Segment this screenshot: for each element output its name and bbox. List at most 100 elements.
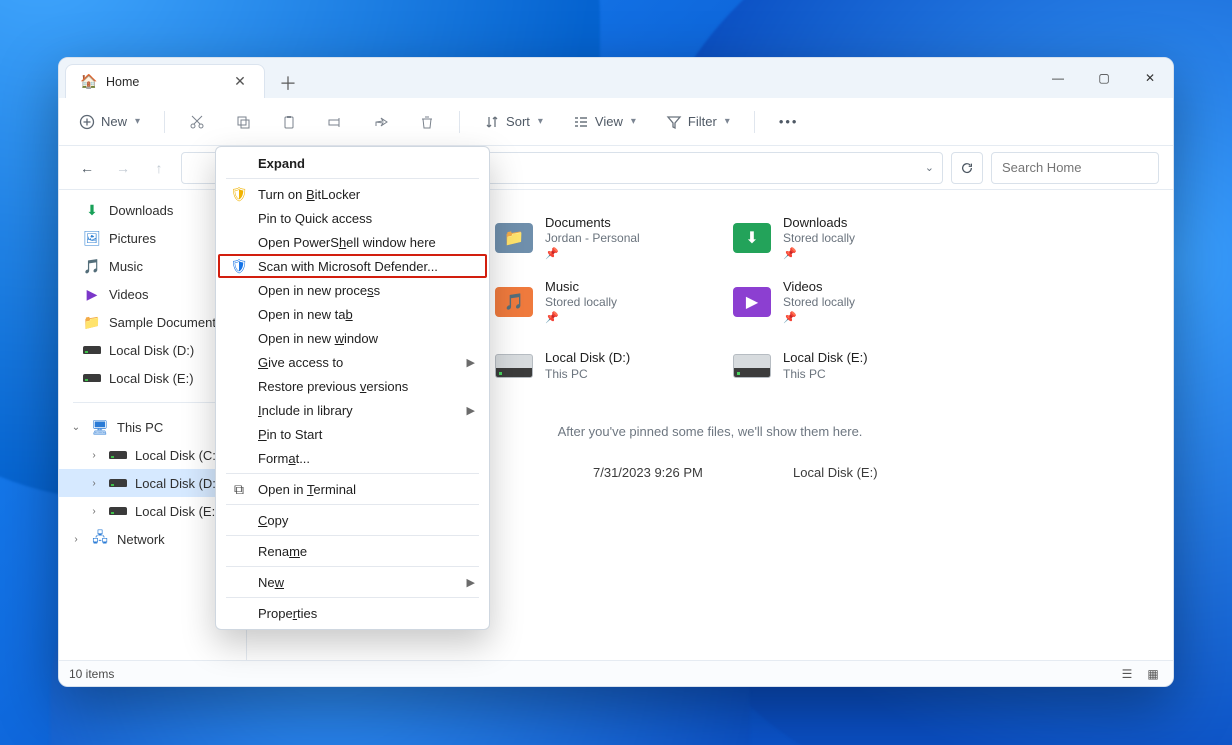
ctx-copy[interactable]: Copy [218, 508, 487, 532]
pin-icon: 📌 [545, 312, 617, 326]
ctx-expand[interactable]: Expand [218, 151, 487, 175]
chevron-right-icon[interactable]: › [87, 478, 101, 489]
pin-icon: 📌 [783, 248, 855, 262]
folder-sub: Jordan - Personal [545, 231, 640, 246]
up-button[interactable]: ↑ [145, 154, 173, 182]
folder-name: Documents [545, 215, 640, 231]
icons-layout-button[interactable]: ▦ [1143, 667, 1163, 681]
ctx-includelib[interactable]: Include in library▶ [218, 398, 487, 422]
close-window-button[interactable]: ✕ [1127, 58, 1173, 98]
ctx-label: Rename [258, 544, 307, 559]
localdisk-e-q-icon [83, 369, 101, 387]
title-bar: 🏠 Home ✕ ＋ — ▢ ✕ [59, 58, 1173, 98]
ctx-newtab[interactable]: Open in new tab [218, 302, 487, 326]
chevron-right-icon[interactable]: › [69, 534, 83, 545]
ctx-label: Turn on BitLocker [258, 187, 360, 202]
copy-button[interactable] [229, 110, 257, 134]
ctx-defender[interactable]: 🛡Scan with Microsoft Defender... [218, 254, 487, 278]
folder-card-lde[interactable]: Local Disk (E:)This PC [725, 338, 951, 394]
tab-home[interactable]: 🏠 Home ✕ [65, 64, 265, 98]
ctx-label: Scan with Microsoft Defender... [258, 259, 438, 274]
view-menu-button[interactable]: View▾ [567, 110, 642, 134]
ctx-properties[interactable]: Properties [218, 601, 487, 625]
new-menu-button[interactable]: New▾ [73, 110, 146, 134]
sidebar-item-label: Sample Documents [109, 315, 222, 330]
ctx-format[interactable]: Format... [218, 446, 487, 470]
address-dropdown-icon[interactable]: ⌄ [925, 161, 934, 174]
videos-icon: ▶ [731, 281, 773, 323]
refresh-icon [960, 161, 974, 175]
filter-icon [666, 114, 682, 130]
sidebar-item-label: Local Disk (D:) [135, 476, 220, 491]
sidebar-item-label: Local Disk (C:) [135, 448, 220, 463]
ctx-label: Pin to Start [258, 427, 322, 442]
openterm-icon: ⧉ [230, 481, 248, 498]
folder-sub: Stored locally [783, 295, 855, 310]
sort-menu-button[interactable]: Sort▾ [478, 110, 549, 134]
refresh-button[interactable] [951, 152, 983, 184]
ctx-label: Expand [258, 156, 305, 171]
search-box[interactable]: 🔍 [991, 152, 1159, 184]
search-input[interactable] [1000, 159, 1174, 176]
localdisk-d-q-icon [83, 341, 101, 359]
chevron-down-icon[interactable]: ⌄ [69, 422, 83, 433]
ctx-newproc[interactable]: Open in new process [218, 278, 487, 302]
new-tab-button[interactable]: ＋ [273, 68, 303, 98]
details-layout-button[interactable]: ☰ [1117, 667, 1137, 681]
ldd-icon [493, 345, 535, 387]
folder-card-documents[interactable]: 📁☁ DocumentsJordan - Personal 📌 [487, 210, 713, 266]
folder-name: Downloads [783, 215, 855, 231]
filter-menu-button[interactable]: Filter▾ [660, 110, 736, 134]
back-button[interactable]: ← [73, 154, 101, 182]
delete-icon [419, 114, 435, 130]
delete-button[interactable] [413, 110, 441, 134]
ctx-restorever[interactable]: Restore previous versions [218, 374, 487, 398]
ctx-openps[interactable]: Open PowerShell window here [218, 230, 487, 254]
ctx-label: Give access to [258, 355, 343, 370]
disk-icon [109, 474, 127, 492]
chevron-right-icon[interactable]: › [87, 450, 101, 461]
videos-icon: ▶ [83, 285, 101, 303]
sidebar-item-label: Pictures [109, 231, 156, 246]
documents-icon: 📁☁ [493, 217, 535, 259]
pin-icon: 📌 [783, 312, 855, 326]
folder-card-ldd[interactable]: Local Disk (D:)This PC [487, 338, 713, 394]
minimize-button[interactable]: — [1035, 58, 1081, 98]
maximize-button[interactable]: ▢ [1081, 58, 1127, 98]
share-button[interactable] [367, 110, 395, 134]
folder-card-music[interactable]: 🎵MusicStored locally📌 [487, 274, 713, 330]
downloads-icon: ⬇ [731, 217, 773, 259]
folder-card-downloads[interactable]: ⬇ DownloadsStored locally 📌 [725, 210, 951, 266]
close-tab-button[interactable]: ✕ [228, 73, 252, 90]
paste-button[interactable] [275, 110, 303, 134]
rename-button[interactable] [321, 110, 349, 134]
downloads-icon: ⬇ [83, 201, 101, 219]
cut-button[interactable] [183, 110, 211, 134]
folder-sub: This PC [783, 367, 868, 382]
ctx-rename[interactable]: Rename [218, 539, 487, 563]
ctx-pinquick[interactable]: Pin to Quick access [218, 206, 487, 230]
ctx-label: Properties [258, 606, 317, 621]
ctx-bitlocker[interactable]: 🛡Turn on BitLocker [218, 182, 487, 206]
rename-icon [327, 114, 343, 130]
sidebar-item-label: Music [109, 259, 143, 274]
ctx-new[interactable]: New▶ [218, 570, 487, 594]
folder-sub: Stored locally [783, 231, 855, 246]
pictures-icon: 🖼 [83, 229, 101, 247]
ctx-label: Restore previous versions [258, 379, 408, 394]
ctx-label: Copy [258, 513, 288, 528]
chevron-right-icon[interactable]: › [87, 506, 101, 517]
ctx-openterm[interactable]: ⧉Open in Terminal [218, 477, 487, 501]
forward-button[interactable]: → [109, 154, 137, 182]
more-menu-button[interactable]: ••• [773, 110, 805, 133]
folder-card-videos[interactable]: ▶VideosStored locally📌 [725, 274, 951, 330]
ctx-giveaccess[interactable]: Give access to▶ [218, 350, 487, 374]
submenu-arrow-icon: ▶ [467, 576, 475, 589]
file-date: 7/31/2023 9:26 PM [593, 465, 783, 480]
pin-icon: 📌 [545, 248, 640, 262]
ctx-newwin[interactable]: Open in new window [218, 326, 487, 350]
ctx-label: Open in new window [258, 331, 378, 346]
ctx-label: Open in new tab [258, 307, 353, 322]
folder-name: Local Disk (E:) [783, 350, 868, 366]
ctx-pinstart[interactable]: Pin to Start [218, 422, 487, 446]
